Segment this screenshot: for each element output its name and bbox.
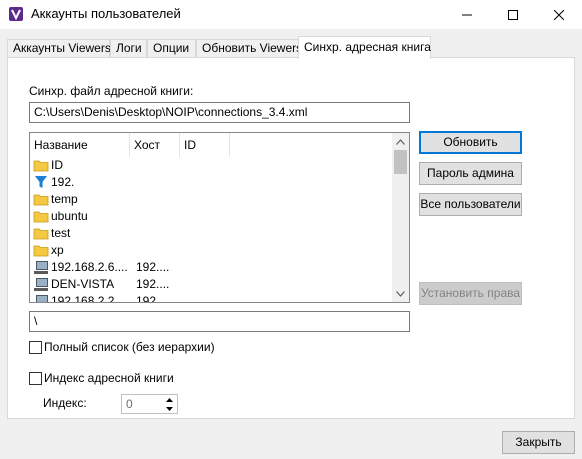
filter-icon	[35, 176, 47, 188]
tab-options[interactable]: Опции	[147, 39, 196, 57]
minimize-icon	[462, 14, 472, 15]
window-title: Аккаунты пользователей	[31, 6, 181, 21]
full-list-label[interactable]: Полный список (без иерархии)	[44, 340, 215, 354]
column-name[interactable]: Название	[30, 133, 130, 157]
folder-icon	[33, 228, 49, 240]
computer-icon	[36, 295, 48, 302]
spin-up-button[interactable]	[162, 395, 177, 404]
close-window-button[interactable]	[536, 0, 582, 29]
index-value[interactable]: 0	[126, 395, 133, 413]
address-book-list[interactable]: Название Хост ID ID 192. temp ubuntu tes…	[29, 132, 410, 303]
refresh-button[interactable]: Обновить	[419, 131, 522, 154]
arrow-down-icon	[166, 406, 173, 411]
scroll-up-button[interactable]	[392, 133, 409, 150]
computer-icon	[34, 278, 48, 291]
index-spinner[interactable]: 0	[121, 394, 178, 414]
list-item[interactable]: DEN-VISTA 192....	[30, 276, 394, 293]
list-item[interactable]: xp	[30, 242, 394, 259]
sync-file-path-field[interactable]: C:\Users\Denis\Desktop\NOIP\connections_…	[29, 102, 410, 123]
chevron-down-icon	[396, 290, 405, 297]
list-item[interactable]: 192.	[30, 174, 394, 191]
spin-down-button[interactable]	[162, 404, 177, 413]
scroll-down-button[interactable]	[392, 285, 409, 302]
tab-sync-address-book[interactable]: Синхр. адресная книга	[298, 36, 431, 59]
list-item[interactable]: temp	[30, 191, 394, 208]
path-field[interactable]: \	[29, 311, 410, 332]
computer-icon	[34, 261, 48, 274]
column-id[interactable]: ID	[180, 133, 230, 157]
maximize-icon	[508, 9, 518, 20]
sync-file-label: Синхр. файл адресной книги:	[29, 84, 194, 98]
list-item[interactable]: ubuntu	[30, 208, 394, 225]
folder-icon	[33, 245, 49, 257]
book-index-label[interactable]: Индекс адресной книги	[44, 371, 174, 385]
column-host[interactable]: Хост	[130, 133, 180, 157]
full-list-checkbox[interactable]	[29, 341, 42, 354]
tab-viewer-accounts[interactable]: Аккаунты Viewers	[7, 39, 111, 57]
spinner-buttons	[162, 395, 177, 413]
close-button[interactable]: Закрыть	[502, 431, 575, 454]
set-rights-button[interactable]: Установить права	[419, 282, 522, 305]
folder-icon	[33, 211, 49, 223]
title-bar: Аккаунты пользователей	[0, 0, 582, 29]
chevron-up-icon	[396, 138, 405, 145]
list-item[interactable]: 192.168.2.6.... 192....	[30, 259, 394, 276]
list-item[interactable]: test	[30, 225, 394, 242]
tab-update-viewers[interactable]: Обновить Viewers	[196, 39, 302, 57]
tab-logs[interactable]: Логи	[110, 39, 147, 57]
index-label: Индекс:	[43, 396, 87, 410]
all-users-button[interactable]: Все пользователи	[419, 193, 522, 216]
arrow-up-icon	[166, 397, 173, 402]
folder-icon	[33, 160, 49, 172]
list-item[interactable]: ID	[30, 157, 394, 174]
maximize-button[interactable]	[490, 0, 536, 29]
vertical-scrollbar[interactable]	[392, 133, 409, 302]
folder-icon	[33, 194, 49, 206]
scrollbar-thumb[interactable]	[394, 150, 407, 174]
close-icon	[554, 9, 564, 20]
app-icon	[9, 7, 23, 21]
list-header: Название Хост ID	[30, 133, 394, 157]
book-index-checkbox[interactable]	[29, 372, 42, 385]
admin-password-button[interactable]: Пароль админа	[419, 162, 522, 185]
list-item[interactable]: 192.168.2.2... 192....	[30, 293, 394, 302]
minimize-button[interactable]	[444, 0, 490, 29]
